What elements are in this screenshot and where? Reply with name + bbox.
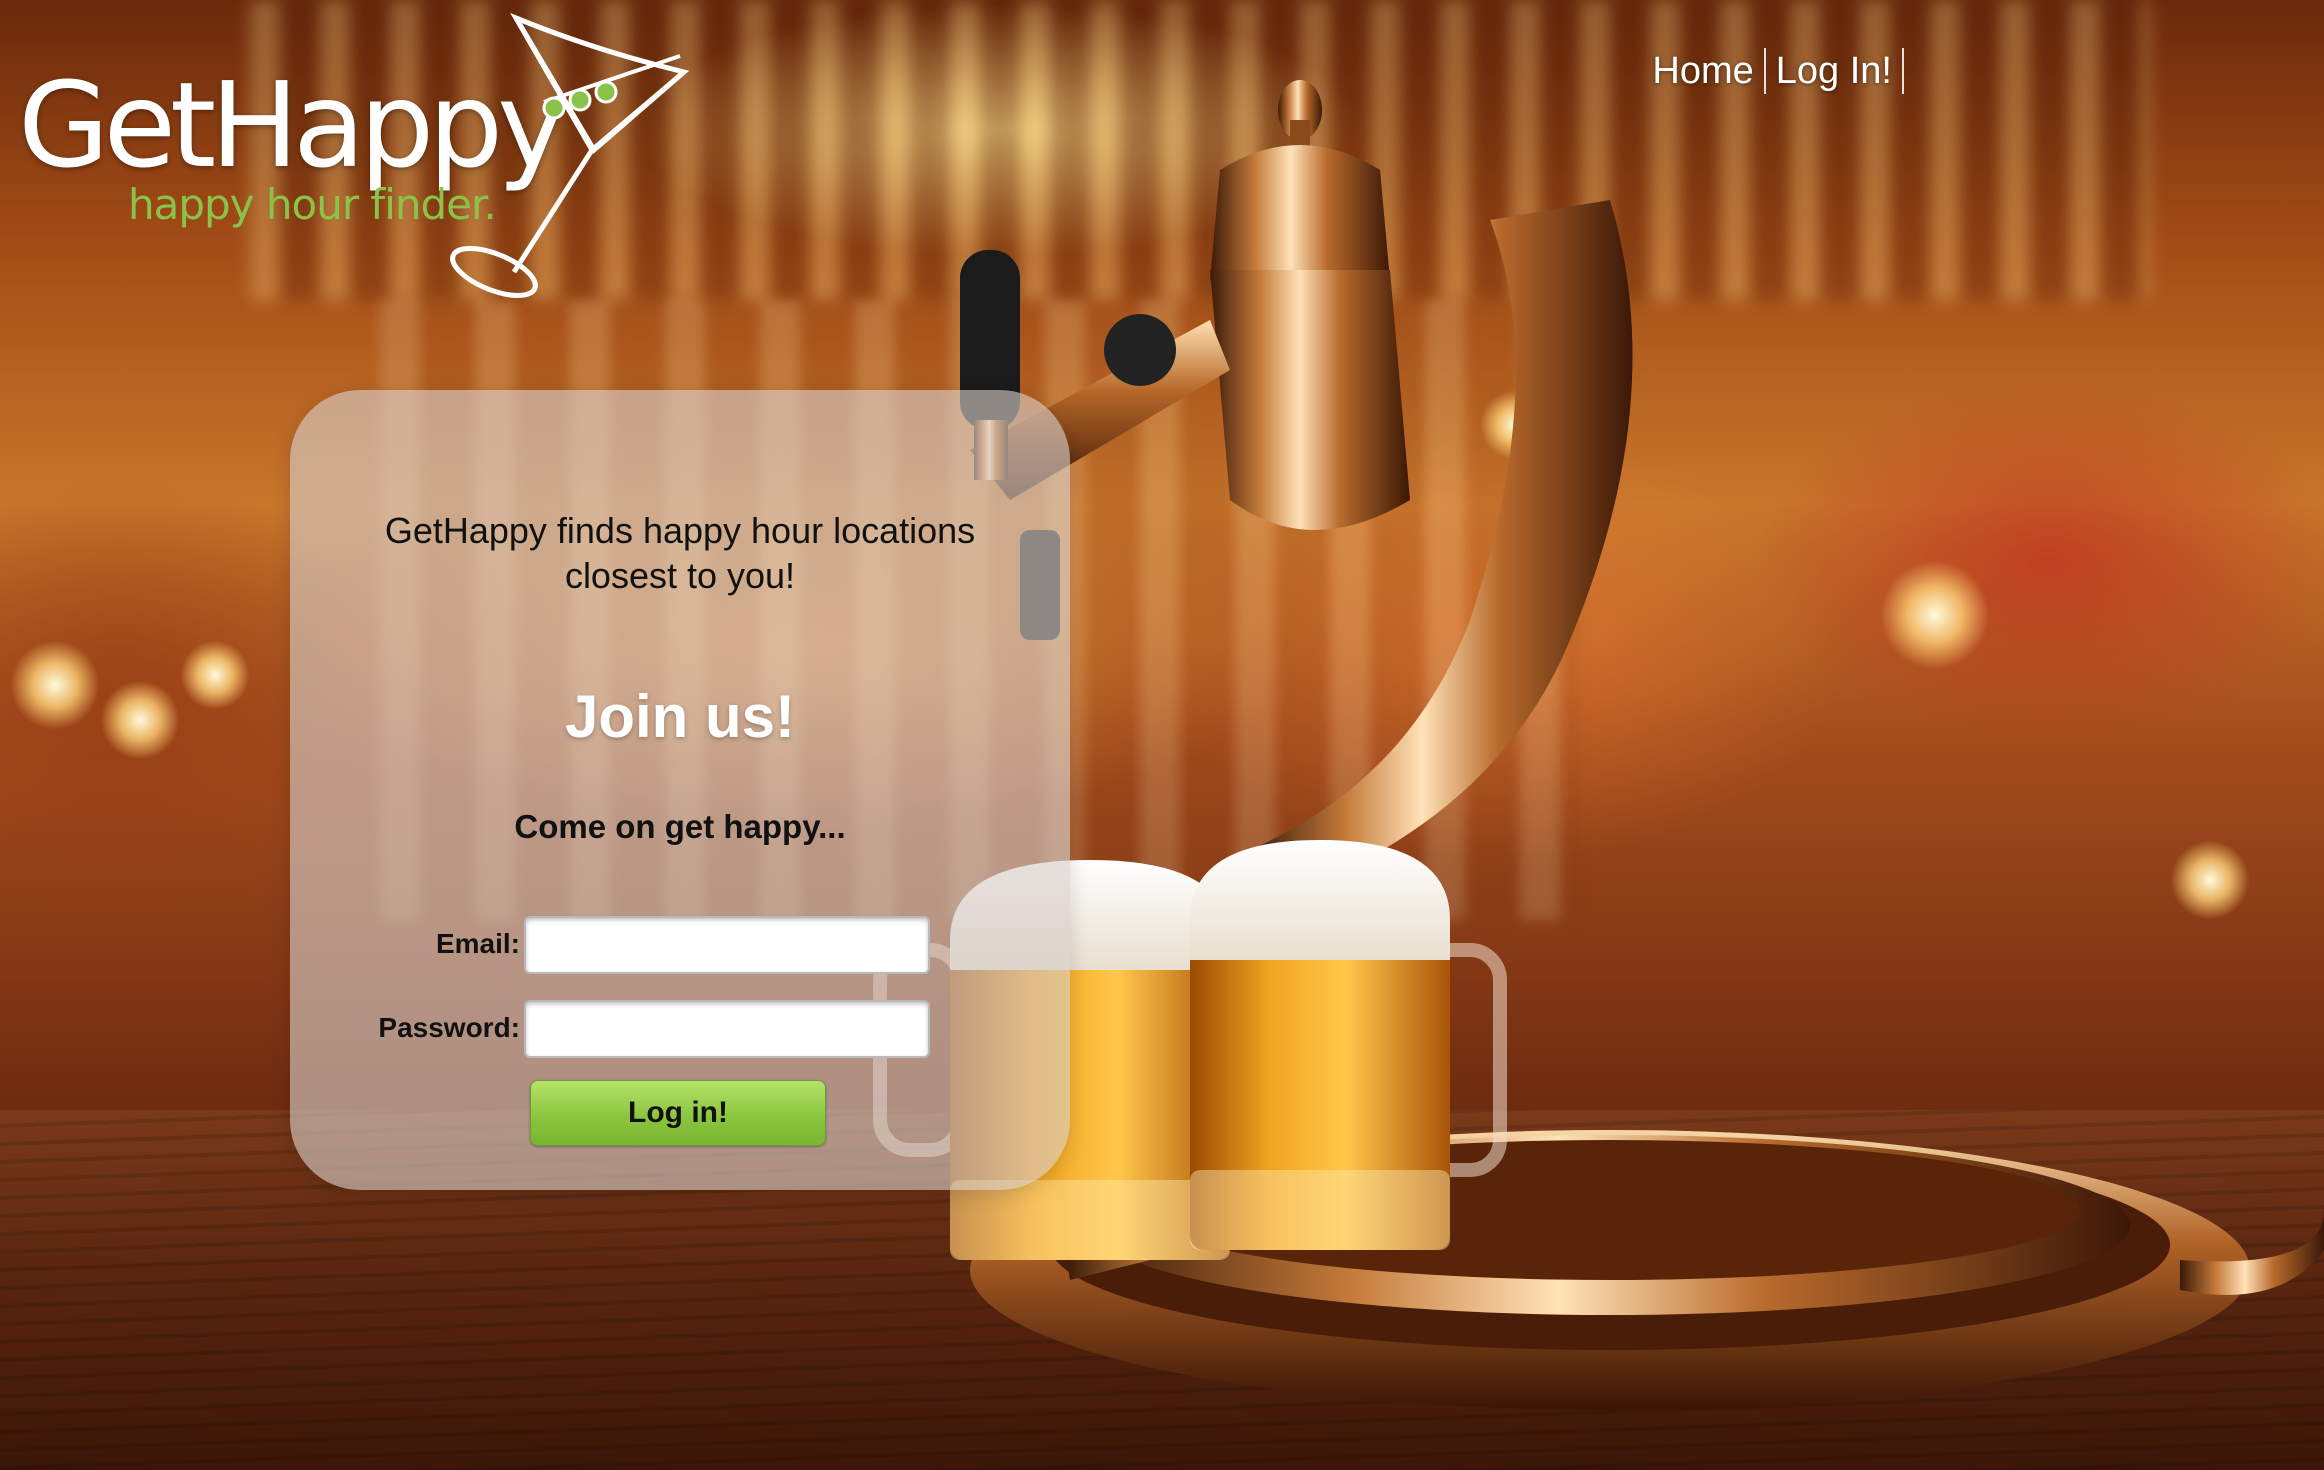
martini-glass-icon	[394, 10, 714, 310]
intro-text: GetHappy finds happy hour locations clos…	[384, 510, 976, 596]
bar-lamp	[180, 640, 250, 710]
nav-home-link[interactable]: Home	[1642, 48, 1766, 94]
password-field[interactable]	[524, 1000, 930, 1058]
login-card: GetHappy finds happy hour locations clos…	[290, 390, 1070, 1190]
nav-login-link[interactable]: Log In!	[1766, 48, 1904, 94]
password-row: Password:	[290, 1000, 1070, 1060]
email-row: Email:	[290, 916, 1070, 976]
subheading-text: Come on get happy...	[514, 808, 846, 845]
email-field[interactable]	[524, 916, 930, 974]
join-heading: Join us!	[564, 683, 795, 750]
top-navigation: Home Log In!	[1642, 48, 1904, 94]
bar-lamp	[10, 640, 100, 730]
bar-lamp	[100, 680, 180, 760]
gethappy-logo[interactable]: GetHappy happy hour finder.	[14, 12, 714, 312]
password-label: Password:	[378, 1012, 520, 1043]
email-label: Email:	[435, 928, 520, 959]
login-button[interactable]: Log in!	[530, 1080, 826, 1146]
beer-tap-illustration	[850, 20, 2324, 1470]
